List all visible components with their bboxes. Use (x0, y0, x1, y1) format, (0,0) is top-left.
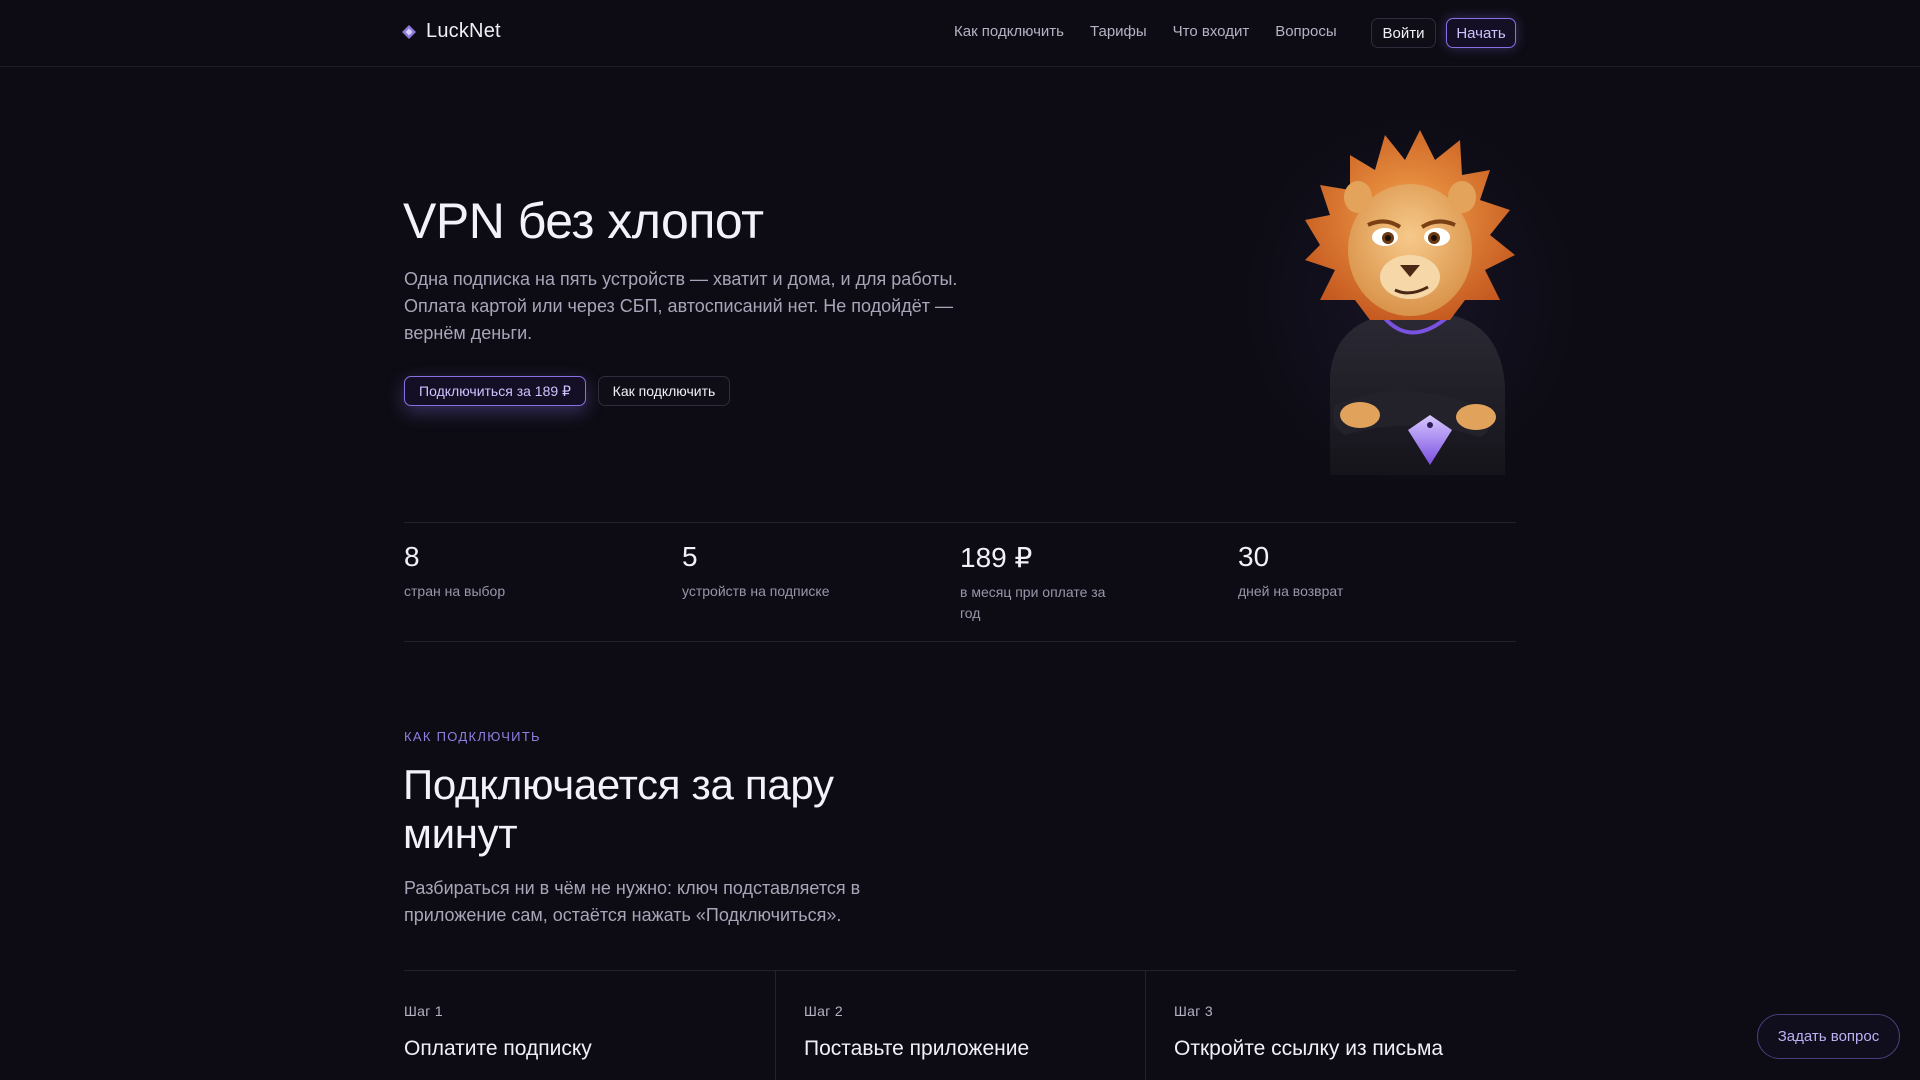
main-nav: Как подключить Тарифы Что входит Вопросы (954, 23, 1337, 40)
brand-name: LuckNet (426, 20, 501, 42)
step-number: Шаг 1 (404, 1003, 443, 1019)
nav-link-faq[interactable]: Вопросы (1275, 23, 1336, 40)
start-button[interactable]: Начать (1446, 18, 1516, 48)
step-title: Откройте ссылку из письма (1174, 1037, 1444, 1060)
stat-label: в месяц при оплате за год (960, 584, 1106, 621)
hero-description: Одна подписка на пять устройств — хватит… (404, 269, 958, 343)
stat-refund: 30 дней на возврат (1238, 541, 1498, 602)
hero-title: VPN без хлопот (403, 193, 764, 249)
stat-price: 189 ₽ в месяц при оплате за год (960, 541, 1110, 624)
step-card-3: Шаг 3 Откройте ссылку из письма (1145, 971, 1516, 1080)
stat-value: 5 (682, 541, 698, 572)
diamond-logo-icon (402, 24, 416, 39)
stats-row: 8 стран на выбор 5 устройств на подписке… (404, 522, 1516, 642)
section-title: Подключается за пару минут (403, 761, 834, 857)
step-number: Шаг 3 (1174, 1003, 1213, 1019)
stat-value: 189 ₽ (960, 542, 1033, 573)
login-button[interactable]: Войти (1371, 18, 1436, 48)
section-description: Разбираться ни в чём не нужно: ключ подс… (404, 878, 861, 925)
stat-value: 30 (1238, 541, 1270, 572)
section-eyebrow: КАК ПОДКЛЮЧИТЬ (404, 729, 541, 744)
stat-label: дней на возврат (1238, 583, 1344, 599)
stat-label: стран на выбор (404, 583, 506, 599)
site-header: LuckNet Как подключить Тарифы Что входит… (0, 0, 1920, 67)
how-to-connect-button[interactable]: Как подключить (598, 376, 730, 406)
step-title: Поставьте приложение (804, 1037, 1030, 1060)
subscribe-button[interactable]: Подключиться за 189 ₽ (404, 376, 586, 406)
logo[interactable]: LuckNet (401, 20, 501, 43)
stat-countries: 8 стран на выбор (404, 541, 664, 602)
nav-link-features[interactable]: Что входит (1173, 23, 1250, 40)
landing-page: LuckNet Как подключить Тарифы Что входит… (0, 0, 1920, 1080)
step-number: Шаг 2 (804, 1003, 843, 1019)
stat-devices: 5 устройств на подписке (682, 541, 942, 602)
nav-link-pricing[interactable]: Тарифы (1090, 23, 1147, 40)
stat-value: 8 (404, 541, 420, 572)
step-card-1: Шаг 1 Оплатите подписку (404, 971, 775, 1080)
step-card-2: Шаг 2 Поставьте приложение (775, 971, 1145, 1080)
nav-link-how[interactable]: Как подключить (954, 23, 1064, 40)
steps-row: Шаг 1 Оплатите подписку Шаг 2 Поставьте … (404, 970, 1516, 1080)
lion-mascot-icon (1305, 130, 1515, 475)
step-title: Оплатите подписку (404, 1037, 592, 1060)
ask-question-button[interactable]: Задать вопрос (1757, 1014, 1900, 1059)
stat-label: устройств на подписке (682, 583, 830, 599)
